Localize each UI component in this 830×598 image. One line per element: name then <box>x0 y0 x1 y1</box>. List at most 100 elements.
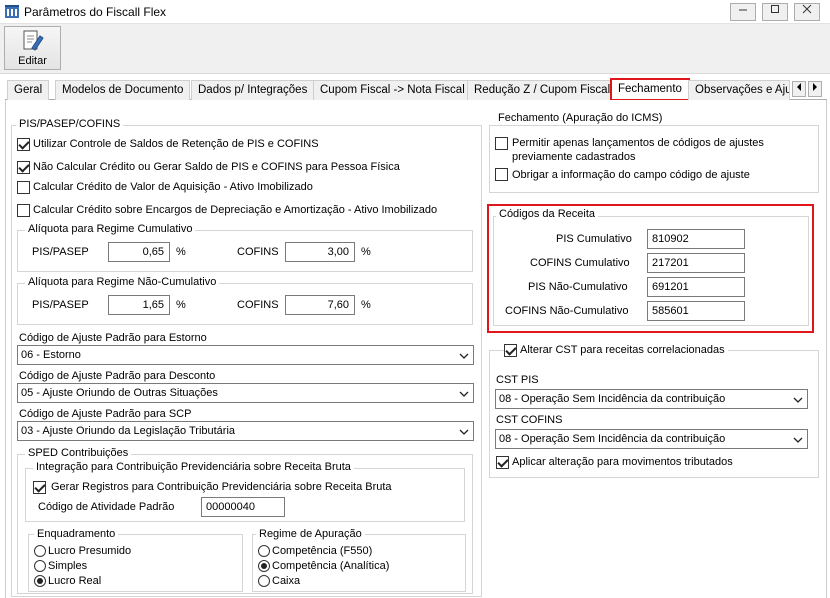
tab-scroll-right[interactable] <box>808 81 822 97</box>
integracao-title: Integração para Contribuição Previdenciá… <box>33 461 354 473</box>
chevron-down-icon <box>459 353 469 359</box>
gerar-registros-checkbox[interactable] <box>33 481 46 494</box>
cumulativo-cofins-input[interactable]: 3,00 <box>285 242 355 262</box>
toolbar <box>0 24 830 74</box>
aplicar-alteracao-label: Aplicar alteração para movimentos tribut… <box>512 456 733 468</box>
cst-pis-value: 08 - Operação Sem Incidência da contribu… <box>499 393 726 405</box>
estorno-label: Código de Ajuste Padrão para Estorno <box>19 332 207 344</box>
tab-geral[interactable]: Geral <box>7 80 50 100</box>
cst-cofins-label: CST COFINS <box>496 414 563 426</box>
cofins-cumulativo-label: COFINS Cumulativo <box>530 257 630 269</box>
chevron-down-icon <box>459 391 469 397</box>
ativo-imobilizado-label: Calcular Crédito de Valor de Aquisição -… <box>33 181 313 193</box>
minimize-icon <box>739 9 747 11</box>
estorno-value: 06 - Estorno <box>21 349 81 361</box>
scp-value: 03 - Ajuste Oriundo da Legislação Tribut… <box>21 425 236 437</box>
close-button[interactable] <box>794 3 820 21</box>
nao-cumulativo-cofins-label: COFINS <box>237 299 279 311</box>
caixa-radio[interactable] <box>258 575 270 587</box>
lucro-real-label: Lucro Real <box>48 575 102 587</box>
tab-observacoes[interactable]: Observações e Ajus <box>688 80 790 100</box>
sped-title: SPED Contribuições <box>25 447 132 459</box>
chevron-right-icon <box>813 83 817 91</box>
scp-select[interactable]: 03 - Ajuste Oriundo da Legislação Tribut… <box>17 421 474 441</box>
aliquota-cumulativo-title: Alíquota para Regime Cumulativo <box>25 223 196 235</box>
competencia-analitica-radio[interactable] <box>258 560 270 572</box>
codigos-receita-title: Códigos da Receita <box>496 208 599 220</box>
fechamento-icms-title: Fechamento (Apuração do ICMS) <box>495 112 666 124</box>
pis-nao-cumulativo-input[interactable]: 691201 <box>647 277 745 297</box>
tab-scroll-left[interactable] <box>792 81 806 97</box>
pessoa-fisica-checkbox[interactable] <box>17 161 30 174</box>
edit-document-icon <box>23 30 44 51</box>
nao-cumulativo-cofins-input[interactable]: 7,60 <box>285 295 355 315</box>
close-icon <box>802 4 812 14</box>
permitir-ajustes-label-line2: previamente cadastrados <box>512 151 636 163</box>
cofins-nao-cumulativo-label: COFINS Não-Cumulativo <box>505 305 629 317</box>
pis-nao-cumulativo-label: PIS Não-Cumulativo <box>528 281 628 293</box>
permitir-ajustes-label-line1: Permitir apenas lançamentos de códigos d… <box>512 137 764 149</box>
maximize-button[interactable] <box>762 3 788 21</box>
lucro-presumido-radio[interactable] <box>34 545 46 557</box>
aplicar-alteracao-checkbox[interactable] <box>496 456 509 469</box>
aliquota-nao-cumulativo-title: Alíquota para Regime Não-Cumulativo <box>25 276 220 288</box>
chevron-down-icon <box>793 397 803 403</box>
nao-cumulativo-pis-pct: % <box>176 299 186 311</box>
simples-radio[interactable] <box>34 560 46 572</box>
cst-pis-label: CST PIS <box>496 374 539 386</box>
chevron-down-icon <box>459 429 469 435</box>
tab-reducao-z[interactable]: Redução Z / Cupom Fiscal <box>467 80 618 100</box>
chevron-left-icon <box>797 83 801 91</box>
cumulativo-cofins-label: COFINS <box>237 246 279 258</box>
tab-modelos-documento[interactable]: Modelos de Documento <box>55 80 191 100</box>
tab-fechamento[interactable]: Fechamento <box>610 78 690 101</box>
minimize-button[interactable] <box>730 3 756 21</box>
desconto-label: Código de Ajuste Padrão para Desconto <box>19 370 216 382</box>
pis-cumulativo-input[interactable]: 810902 <box>647 229 745 249</box>
nao-cumulativo-cofins-pct: % <box>361 299 371 311</box>
cst-pis-select[interactable]: 08 - Operação Sem Incidência da contribu… <box>495 389 808 409</box>
cumulativo-pis-pct: % <box>176 246 186 258</box>
caixa-label: Caixa <box>272 575 301 587</box>
permitir-ajustes-checkbox[interactable] <box>495 137 508 150</box>
enquadramento-title: Enquadramento <box>34 528 119 540</box>
desconto-value: 05 - Ajuste Oriundo de Outras Situações <box>21 387 218 399</box>
alterar-cst-checkbox[interactable] <box>504 344 517 357</box>
simples-label: Simples <box>48 560 88 572</box>
retencao-label: Utilizar Controle de Saldos de Retenção … <box>33 138 319 150</box>
estorno-select[interactable]: 06 - Estorno <box>17 345 474 365</box>
desconto-select[interactable]: 05 - Ajuste Oriundo de Outras Situações <box>17 383 474 403</box>
competencia-analitica-label: Competência (Analítica) <box>272 560 390 572</box>
cst-cofins-select[interactable]: 08 - Operação Sem Incidência da contribu… <box>495 429 808 449</box>
retencao-checkbox[interactable] <box>17 138 30 151</box>
chevron-down-icon <box>793 437 803 443</box>
pessoa-fisica-label: Não Calcular Crédito ou Gerar Saldo de P… <box>33 161 400 173</box>
cst-cofins-value: 08 - Operação Sem Incidência da contribu… <box>499 433 726 445</box>
app-icon <box>5 5 19 18</box>
tab-cupom-nota[interactable]: Cupom Fiscal -> Nota Fiscal <box>313 80 472 100</box>
alterar-cst-label: Alterar CST para receitas correlacionada… <box>517 344 728 356</box>
cofins-cumulativo-input[interactable]: 217201 <box>647 253 745 273</box>
lucro-presumido-label: Lucro Presumido <box>48 545 132 557</box>
depreciacao-checkbox[interactable] <box>17 204 30 217</box>
window-title: Parâmetros do Fiscall Flex <box>24 5 167 19</box>
obrigar-codigo-checkbox[interactable] <box>495 168 508 181</box>
edit-button-label: Editar <box>18 55 47 67</box>
pis-cumulativo-label: PIS Cumulativo <box>556 233 632 245</box>
scp-label: Código de Ajuste Padrão para SCP <box>19 408 192 420</box>
nao-cumulativo-pis-input[interactable]: 1,65 <box>108 295 170 315</box>
atividade-input[interactable]: 00000040 <box>201 497 285 517</box>
pis-cofins-group-title: PIS/PASEP/COFINS <box>16 118 124 130</box>
depreciacao-label: Calcular Crédito sobre Encargos de Depre… <box>33 204 438 216</box>
cumulativo-pis-label: PIS/PASEP <box>32 246 89 258</box>
cumulativo-cofins-pct: % <box>361 246 371 258</box>
cofins-nao-cumulativo-input[interactable]: 585601 <box>647 301 745 321</box>
regime-title: Regime de Apuração <box>256 528 365 540</box>
competencia-f550-radio[interactable] <box>258 545 270 557</box>
ativo-imobilizado-checkbox[interactable] <box>17 181 30 194</box>
obrigar-codigo-label: Obrigar a informação do campo código de … <box>512 169 750 181</box>
cumulativo-pis-input[interactable]: 0,65 <box>108 242 170 262</box>
tab-dados-integracoes[interactable]: Dados p/ Integrações <box>191 80 315 100</box>
lucro-real-radio[interactable] <box>34 575 46 587</box>
maximize-icon <box>771 5 779 13</box>
